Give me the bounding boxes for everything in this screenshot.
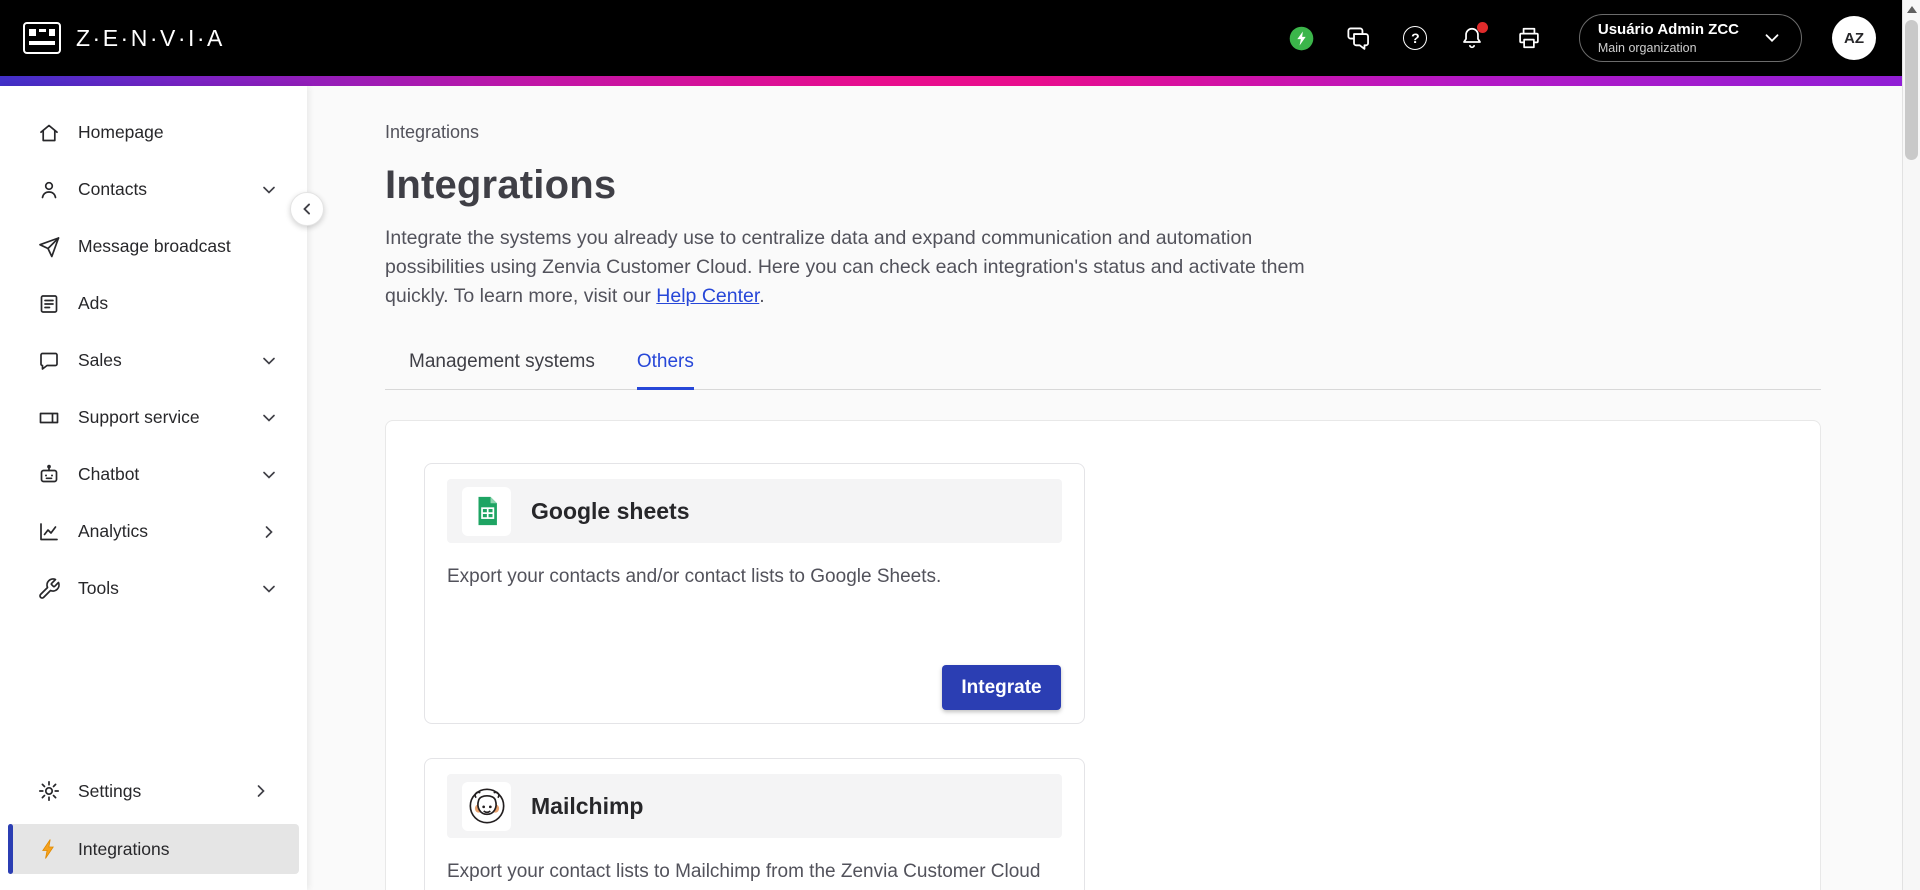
org-name: Main organization [1597,40,1697,55]
page-intro: Integrate the systems you already use to… [385,224,1307,311]
sidebar-item-tools[interactable]: Tools [0,560,307,617]
scroll-up-arrow-icon[interactable] [1907,6,1917,13]
notifications-bell-icon[interactable] [1459,21,1488,52]
sidebar-item-label: Contacts [78,179,148,199]
sidebar-item-sales[interactable]: Sales [0,332,307,389]
page-scrollbar[interactable] [1902,0,1920,890]
tabs: Management systems Others [385,351,1821,390]
sidebar-item-label: Sales [78,350,122,370]
card-title: Mailchimp [531,792,644,819]
sidebar-item-label: Chatbot [78,464,140,484]
brand-name: Z·E·N·V·I·A [76,24,225,51]
sidebar: Homepage Contacts Message broadcast Ads … [0,86,307,890]
chevron-down-icon [1761,27,1783,49]
user-name: Usuário Admin ZCC [1597,21,1739,39]
scrollbar-thumb[interactable] [1905,20,1918,160]
sidebar-nav: Homepage Contacts Message broadcast Ads … [0,86,307,617]
analytics-icon [36,519,62,545]
integration-cards: Google sheets Export your contacts and/o… [424,463,1782,890]
help-icon[interactable]: ? [1402,25,1429,52]
main-content: Integrations Integrations Integrate the … [307,86,1920,890]
sidebar-item-label: Settings [78,780,142,801]
help-center-link[interactable]: Help Center [656,285,759,307]
card-title: Google sheets [531,497,690,524]
printer-icon[interactable] [1516,25,1543,52]
chevron-right-icon [259,522,279,542]
card-description: Export your contact lists to Mailchimp f… [447,861,1041,890]
brand-gradient-bar [0,76,1920,86]
card-google-sheets: Google sheets Export your contacts and/o… [424,463,1085,724]
breadcrumb: Integrations [385,122,480,142]
sidebar-item-label: Analytics [78,521,149,541]
card-header: Mailchimp [447,774,1062,838]
conversations-icon[interactable] [1345,25,1372,52]
org-selector[interactable]: Usuário Admin ZCC Main organization [1578,14,1802,62]
intro-suffix: . [759,285,765,307]
sidebar-item-label: Integrations [78,838,170,859]
sidebar-item-contacts[interactable]: Contacts [0,161,307,218]
app-screen: Z·E·N·V·I·A ? Usuário Admin ZCC Main org… [0,0,1920,890]
sales-icon [36,348,62,374]
sidebar-item-chatbot[interactable]: Chatbot [0,446,307,503]
tools-icon [36,576,62,602]
status-lightning-icon[interactable] [1288,25,1315,52]
sidebar-collapse-button[interactable] [290,192,324,226]
send-icon [36,234,62,260]
chevron-down-icon [259,351,279,371]
integrations-panel: Google sheets Export your contacts and/o… [385,420,1821,890]
sidebar-item-label: Message broadcast [78,236,231,256]
chatbot-icon [36,462,62,488]
top-bar: Z·E·N·V·I·A ? Usuário Admin ZCC Main org… [0,0,1920,76]
chevron-left-icon [303,203,310,215]
lightning-icon [36,836,62,862]
sidebar-item-support-service[interactable]: Support service [0,389,307,446]
chevron-right-icon [251,781,271,801]
card-mailchimp: Mailchimp Export your contact lists to M… [424,758,1085,890]
chevron-down-icon [259,408,279,428]
help-glyph: ? [1403,26,1428,50]
tab-management-systems[interactable]: Management systems [409,351,595,389]
org-selector-texts: Usuário Admin ZCC Main organization [1598,20,1739,56]
mailchimp-icon [462,781,511,831]
sidebar-bottom: Settings Integrations [8,766,299,874]
page-title: Integrations [385,163,617,207]
sidebar-item-message-broadcast[interactable]: Message broadcast [0,218,307,275]
tab-others[interactable]: Others [636,351,694,390]
ads-icon [36,291,62,317]
sidebar-item-ads[interactable]: Ads [0,275,307,332]
sidebar-item-label: Ads [78,293,109,313]
sidebar-item-analytics[interactable]: Analytics [0,503,307,560]
gear-icon [36,778,62,804]
intro-text: Integrate the systems you already use to… [385,227,1305,307]
google-sheets-icon [462,486,511,536]
integrate-button[interactable]: Integrate [942,665,1061,710]
sidebar-item-homepage[interactable]: Homepage [0,104,307,161]
top-bar-actions: ? Usuário Admin ZCC Main organization AZ [1288,14,1876,62]
support-icon [36,405,62,431]
card-description: Export your contacts and/or contact list… [447,566,942,587]
brand: Z·E·N·V·I·A [22,21,225,55]
contacts-icon [36,177,62,203]
home-icon [36,120,62,146]
chevron-down-icon [259,465,279,485]
card-header: Google sheets [447,479,1062,543]
chevron-down-icon [259,579,279,599]
chevron-down-icon [259,180,279,200]
sidebar-item-settings[interactable]: Settings [8,766,299,816]
sidebar-item-label: Homepage [78,122,164,142]
zenvia-logo-icon [22,21,62,55]
sidebar-item-integrations[interactable]: Integrations [8,824,299,874]
sidebar-item-label: Support service [78,407,200,427]
sidebar-item-label: Tools [78,578,119,598]
avatar[interactable]: AZ [1832,16,1876,60]
notification-badge [1476,21,1488,33]
